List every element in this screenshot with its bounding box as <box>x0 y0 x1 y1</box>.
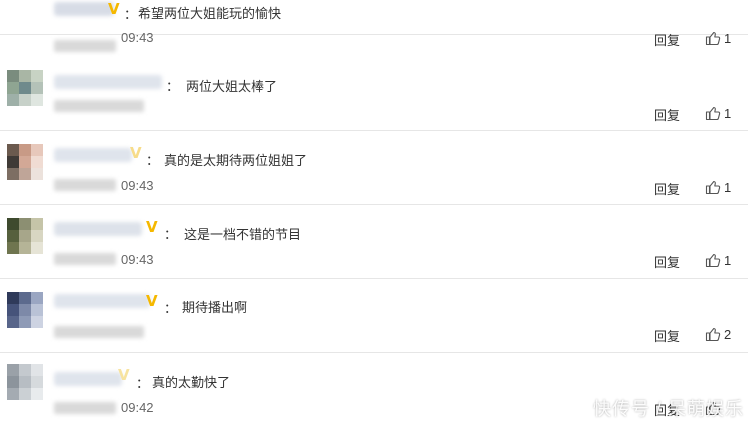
comment-text: 希望两位大姐能玩的愉快 <box>138 6 282 21</box>
like-button[interactable]: 1 <box>705 30 731 46</box>
reply-button[interactable]: 回复 <box>654 179 680 198</box>
comment-time: 09:43 <box>121 30 154 45</box>
thumbs-up-icon <box>705 253 721 268</box>
comment-text: 期待播出啊 <box>182 300 248 315</box>
comment-text: 真的是太期待两位姐姐了 <box>164 153 308 168</box>
comment-time: 09:43 <box>121 252 154 267</box>
vip-badge-icon: V <box>146 292 158 310</box>
comment-item: V ： 期待播出啊 回复 2 <box>0 280 748 353</box>
comment-text: 这是一档不错的节目 <box>184 227 302 242</box>
thumbs-up-icon <box>705 106 721 121</box>
colon-separator: ： <box>124 7 138 22</box>
avatar[interactable] <box>7 218 43 254</box>
comment-time: 09:42 <box>121 400 154 415</box>
like-button[interactable]: 1 <box>705 252 731 268</box>
comment-item: V ： 真的是太期待两位姐姐了 09:43 回复 1 <box>0 132 748 205</box>
colon-separator: ： <box>164 227 178 242</box>
like-button[interactable]: 2 <box>705 326 731 342</box>
date-blurred <box>54 402 116 414</box>
username-blurred[interactable] <box>54 148 132 162</box>
colon-separator: ： <box>164 301 178 316</box>
vip-badge-icon: V <box>118 366 130 384</box>
like-count: 1 <box>724 179 732 195</box>
date-blurred <box>54 100 144 112</box>
like-button[interactable]: 1 <box>705 179 731 195</box>
watermark: 快传号 / 呆萌娱乐 <box>592 399 744 419</box>
reply-button[interactable]: 回复 <box>654 252 680 271</box>
avatar[interactable] <box>7 292 43 328</box>
vip-badge-icon: V <box>146 218 158 236</box>
reply-button[interactable]: 回复 <box>654 30 680 49</box>
comment-text: 真的太勤快了 <box>152 375 231 390</box>
username-blurred[interactable] <box>54 372 122 386</box>
colon-separator: ： <box>166 79 180 94</box>
vip-badge-icon: V <box>108 0 120 18</box>
avatar[interactable] <box>7 144 43 180</box>
date-blurred <box>54 40 116 52</box>
date-blurred <box>54 179 116 191</box>
username-blurred[interactable] <box>54 2 114 16</box>
username-blurred[interactable] <box>54 294 150 308</box>
like-count: 1 <box>724 252 732 268</box>
username-blurred[interactable] <box>54 222 142 236</box>
colon-separator: ： <box>146 153 160 168</box>
like-count: 1 <box>724 30 732 46</box>
like-count: 1 <box>724 105 732 121</box>
comment-time: 09:43 <box>121 178 154 193</box>
comment-text: 两位大姐太棒了 <box>186 79 278 94</box>
avatar[interactable] <box>7 70 43 106</box>
comment-item: ： 两位大姐太棒了 回复 1 <box>0 58 748 131</box>
comment-item: V ： 希望两位大姐能玩的愉快 09:43 回复 1 <box>0 0 748 52</box>
date-blurred <box>54 326 144 338</box>
colon-separator: ： <box>136 376 150 391</box>
avatar[interactable] <box>7 364 43 400</box>
comment-item: V ： 这是一档不错的节目 09:43 回复 1 <box>0 206 748 279</box>
date-blurred <box>54 253 116 265</box>
reply-button[interactable]: 回复 <box>654 105 680 124</box>
reply-button[interactable]: 回复 <box>654 326 680 345</box>
thumbs-up-icon <box>705 327 721 342</box>
thumbs-up-icon <box>705 180 721 195</box>
like-count: 2 <box>724 326 732 342</box>
like-button[interactable]: 1 <box>705 105 731 121</box>
vip-badge-icon: V <box>130 144 142 162</box>
thumbs-up-icon <box>705 31 721 46</box>
username-blurred[interactable] <box>54 75 162 89</box>
